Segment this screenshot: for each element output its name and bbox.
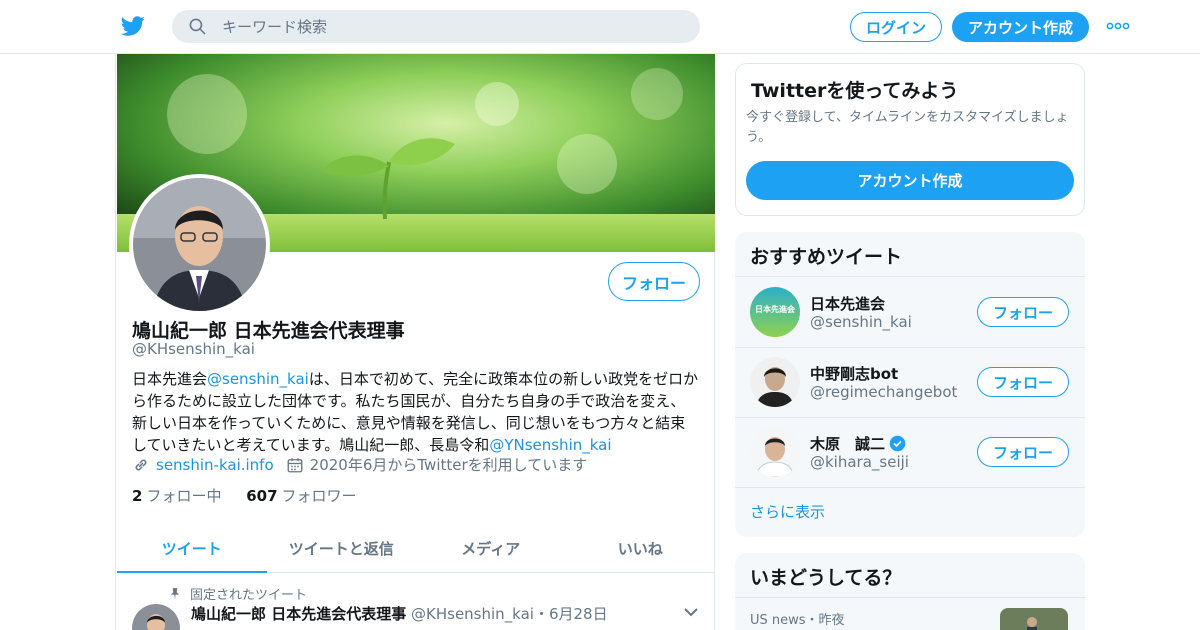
follow-button[interactable]: フォロー: [977, 367, 1069, 397]
signup-card-text: 今すぐ登録して、タイムラインをカスタマイズしましょう。: [746, 110, 1069, 145]
trend-thumbnail[interactable]: [1000, 608, 1068, 630]
pin-icon: [170, 587, 180, 600]
pinned-tweet-label: 固定されたツイート: [168, 584, 307, 603]
recommended-account[interactable]: 日本先進会 日本先進会 @senshin_kai フォロー: [735, 277, 1085, 347]
tweet-header: 鳩山紀一郎 日本先進会代表理事 @KHsenshin_kai・6月28日: [191, 603, 608, 624]
top-navigation-bar: ログイン アカウント作成: [0, 0, 1200, 54]
search-input[interactable]: [222, 10, 682, 43]
follow-button[interactable]: フォロー: [977, 297, 1069, 327]
tweet-author-name[interactable]: 鳩山紀一郎 日本先進会代表理事: [191, 605, 406, 623]
login-button[interactable]: ログイン: [850, 12, 942, 42]
profile-joined-date: 2020年6月からTwitterを利用しています: [309, 456, 588, 474]
signup-card: Twitterを使ってみよう 今すぐ登録して、タイムラインをカスタマイズしましょ…: [735, 63, 1085, 216]
search-box[interactable]: [172, 10, 700, 43]
tab-likes[interactable]: いいね: [566, 524, 716, 572]
follow-button[interactable]: フォロー: [977, 437, 1069, 467]
recommended-accounts-card: おすすめツイート 日本先進会 日本先進会 @senshin_kai フォロー 中…: [735, 232, 1085, 537]
tab-media[interactable]: メディア: [416, 524, 566, 572]
more-options-icon[interactable]: [1106, 18, 1130, 34]
calendar-icon: [287, 457, 303, 472]
following-stat[interactable]: 2 フォロー中: [132, 487, 221, 505]
tweet-author-avatar[interactable]: [132, 604, 180, 630]
trends-card: いまどうしてる？ US news・昨夜: [735, 553, 1085, 630]
tweet-handle-date[interactable]: @KHsenshin_kai・6月28日: [411, 605, 608, 623]
recommended-account-handle: @kihara_seiji: [810, 453, 909, 471]
follow-button[interactable]: フォロー: [608, 262, 700, 301]
followers-stat[interactable]: 607 フォロワー: [246, 487, 356, 505]
profile-meta: senshin-kai.info 2020年6月からTwitterを利用していま…: [132, 454, 587, 475]
recommended-account-avatar[interactable]: 日本先進会: [750, 287, 800, 337]
profile-stats: 2 フォロー中 607 フォロワー: [132, 485, 357, 506]
twitter-bird-icon[interactable]: [120, 14, 146, 38]
tab-tweets-and-replies[interactable]: ツイートと返信: [267, 524, 417, 572]
trend-meta[interactable]: US news・昨夜: [750, 609, 845, 628]
recommended-account-handle: @regimechangebot: [810, 383, 958, 401]
recommended-account[interactable]: 中野剛志bot @regimechangebot フォロー: [735, 347, 1085, 417]
recommended-account-name[interactable]: 中野剛志bot: [810, 363, 898, 384]
profile-bio: 日本先進会@senshin_kaiは、日本で初めて、完全に政策本位の新しい政党を…: [132, 370, 699, 454]
signup-button[interactable]: アカウント作成: [952, 12, 1089, 42]
search-icon: [189, 18, 206, 35]
profile-website-link[interactable]: senshin-kai.info: [156, 456, 274, 474]
chevron-down-icon[interactable]: [684, 607, 698, 617]
profile-name[interactable]: 鳩山紀一郎 日本先進会代表理事: [132, 316, 405, 343]
bio-mention-link[interactable]: @senshin_kai: [207, 370, 309, 388]
recommended-account-avatar[interactable]: [750, 427, 800, 477]
recommended-account-handle: @senshin_kai: [810, 313, 912, 331]
recommended-account[interactable]: 木原 誠二 @kihara_seiji フォロー: [735, 417, 1085, 487]
link-icon: [135, 459, 147, 470]
signup-card-title: Twitterを使ってみよう: [751, 80, 959, 102]
show-more-link[interactable]: さらに表示: [750, 501, 825, 522]
profile-handle: @KHsenshin_kai: [132, 340, 255, 358]
recommended-account-name[interactable]: 日本先進会: [810, 293, 885, 314]
verified-badge-icon: [889, 435, 906, 452]
recommended-account-name[interactable]: 木原 誠二: [810, 433, 906, 454]
signup-card-button[interactable]: アカウント作成: [746, 161, 1074, 200]
profile-avatar[interactable]: [129, 174, 270, 315]
recommended-account-avatar[interactable]: [750, 357, 800, 407]
trends-title: いまどうしてる？: [750, 567, 902, 589]
tab-tweets[interactable]: ツイート: [117, 524, 267, 573]
bio-mention-link[interactable]: @YNsenshin_kai: [489, 436, 611, 454]
recommended-title: おすすめツイート: [750, 246, 903, 268]
profile-column: フォロー 鳩山紀一郎 日本先進会代表理事 @KHsenshin_kai 日本先進…: [115, 54, 715, 630]
profile-tabs: ツイート ツイートと返信 メディア いいね: [117, 524, 715, 573]
